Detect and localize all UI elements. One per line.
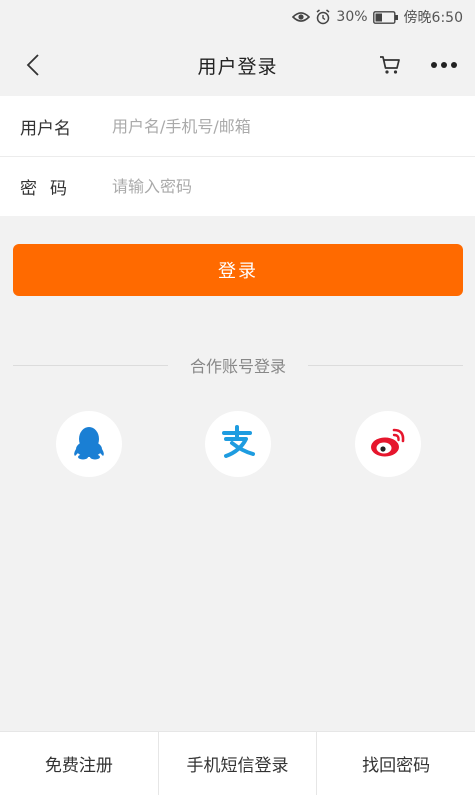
qq-icon (72, 424, 106, 464)
battery-icon (372, 10, 399, 24)
login-form: 用户名 密码 (0, 96, 475, 216)
partner-login-divider: 合作账号登录 (13, 352, 464, 378)
back-arrow-icon[interactable] (18, 50, 48, 80)
weibo-icon (369, 426, 407, 462)
username-row: 用户名 (0, 96, 475, 156)
username-input[interactable] (112, 116, 432, 136)
cart-icon[interactable] (375, 51, 405, 79)
bottom-bar: 免费注册 手机短信登录 找回密码 (0, 731, 475, 795)
sms-login-button[interactable]: 手机短信登录 (157, 732, 317, 795)
more-icon[interactable] (429, 54, 459, 76)
register-button[interactable]: 免费注册 (0, 732, 158, 795)
qq-login-button[interactable] (56, 411, 122, 477)
weibo-login-button[interactable] (355, 411, 421, 477)
divider-line-right (308, 364, 464, 366)
alipay-icon (220, 425, 256, 463)
recover-password-button[interactable]: 找回密码 (316, 732, 475, 795)
page-title: 用户登录 (197, 55, 278, 78)
alarm-icon (315, 9, 331, 25)
password-label: 密码 (20, 179, 80, 199)
status-bar: 30% 傍晚6:50 (0, 0, 475, 34)
status-time: 傍晚6:50 (403, 10, 463, 26)
alipay-login-button[interactable] (205, 411, 271, 477)
nav-bar: 用户登录 (0, 34, 475, 96)
partner-login-buttons (0, 411, 475, 477)
divider-line-left (13, 364, 168, 366)
password-input[interactable] (112, 177, 432, 196)
login-button[interactable]: 登录 (13, 244, 463, 296)
password-row: 密码 (0, 156, 475, 216)
battery-percent: 30% (336, 9, 368, 25)
partner-login-title: 合作账号登录 (190, 357, 287, 376)
eye-icon (292, 10, 311, 24)
username-label: 用户名 (20, 118, 71, 139)
